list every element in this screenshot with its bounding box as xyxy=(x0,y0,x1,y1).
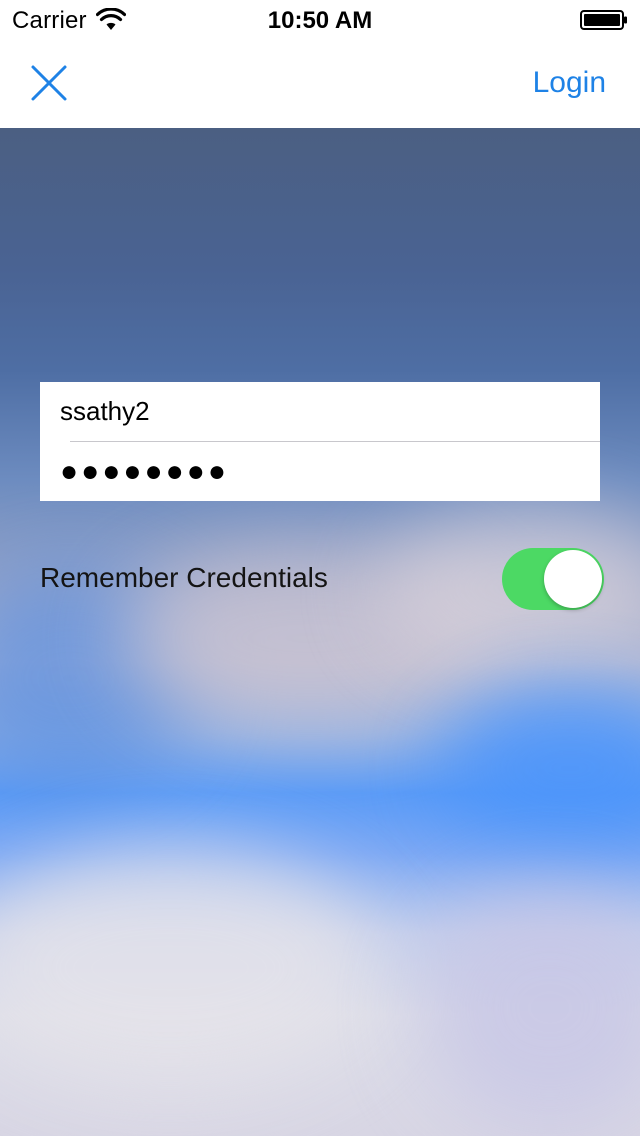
credentials-form xyxy=(40,382,600,501)
remember-credentials-toggle[interactable] xyxy=(502,548,604,610)
background-blur xyxy=(440,688,640,848)
status-time: 10:50 AM xyxy=(267,7,373,34)
login-button[interactable]: Login xyxy=(533,66,606,100)
close-icon xyxy=(31,65,67,101)
background-blur xyxy=(420,888,640,1128)
background-blur xyxy=(0,848,380,1088)
close-button[interactable] xyxy=(26,60,72,106)
password-field[interactable] xyxy=(40,442,600,501)
status-bar: Carrier 10:50 AM xyxy=(0,0,640,40)
username-field[interactable] xyxy=(40,382,600,441)
remember-credentials-label: Remember Credentials xyxy=(40,562,328,593)
toggle-knob xyxy=(544,550,602,608)
login-screen: Carrier 10:50 AM Login ssathy2 ●●●●●●●● … xyxy=(0,0,640,1136)
battery-icon xyxy=(580,10,627,30)
blurred-background: Remember Credentials xyxy=(0,128,640,1136)
nav-bar: Login xyxy=(0,40,640,128)
